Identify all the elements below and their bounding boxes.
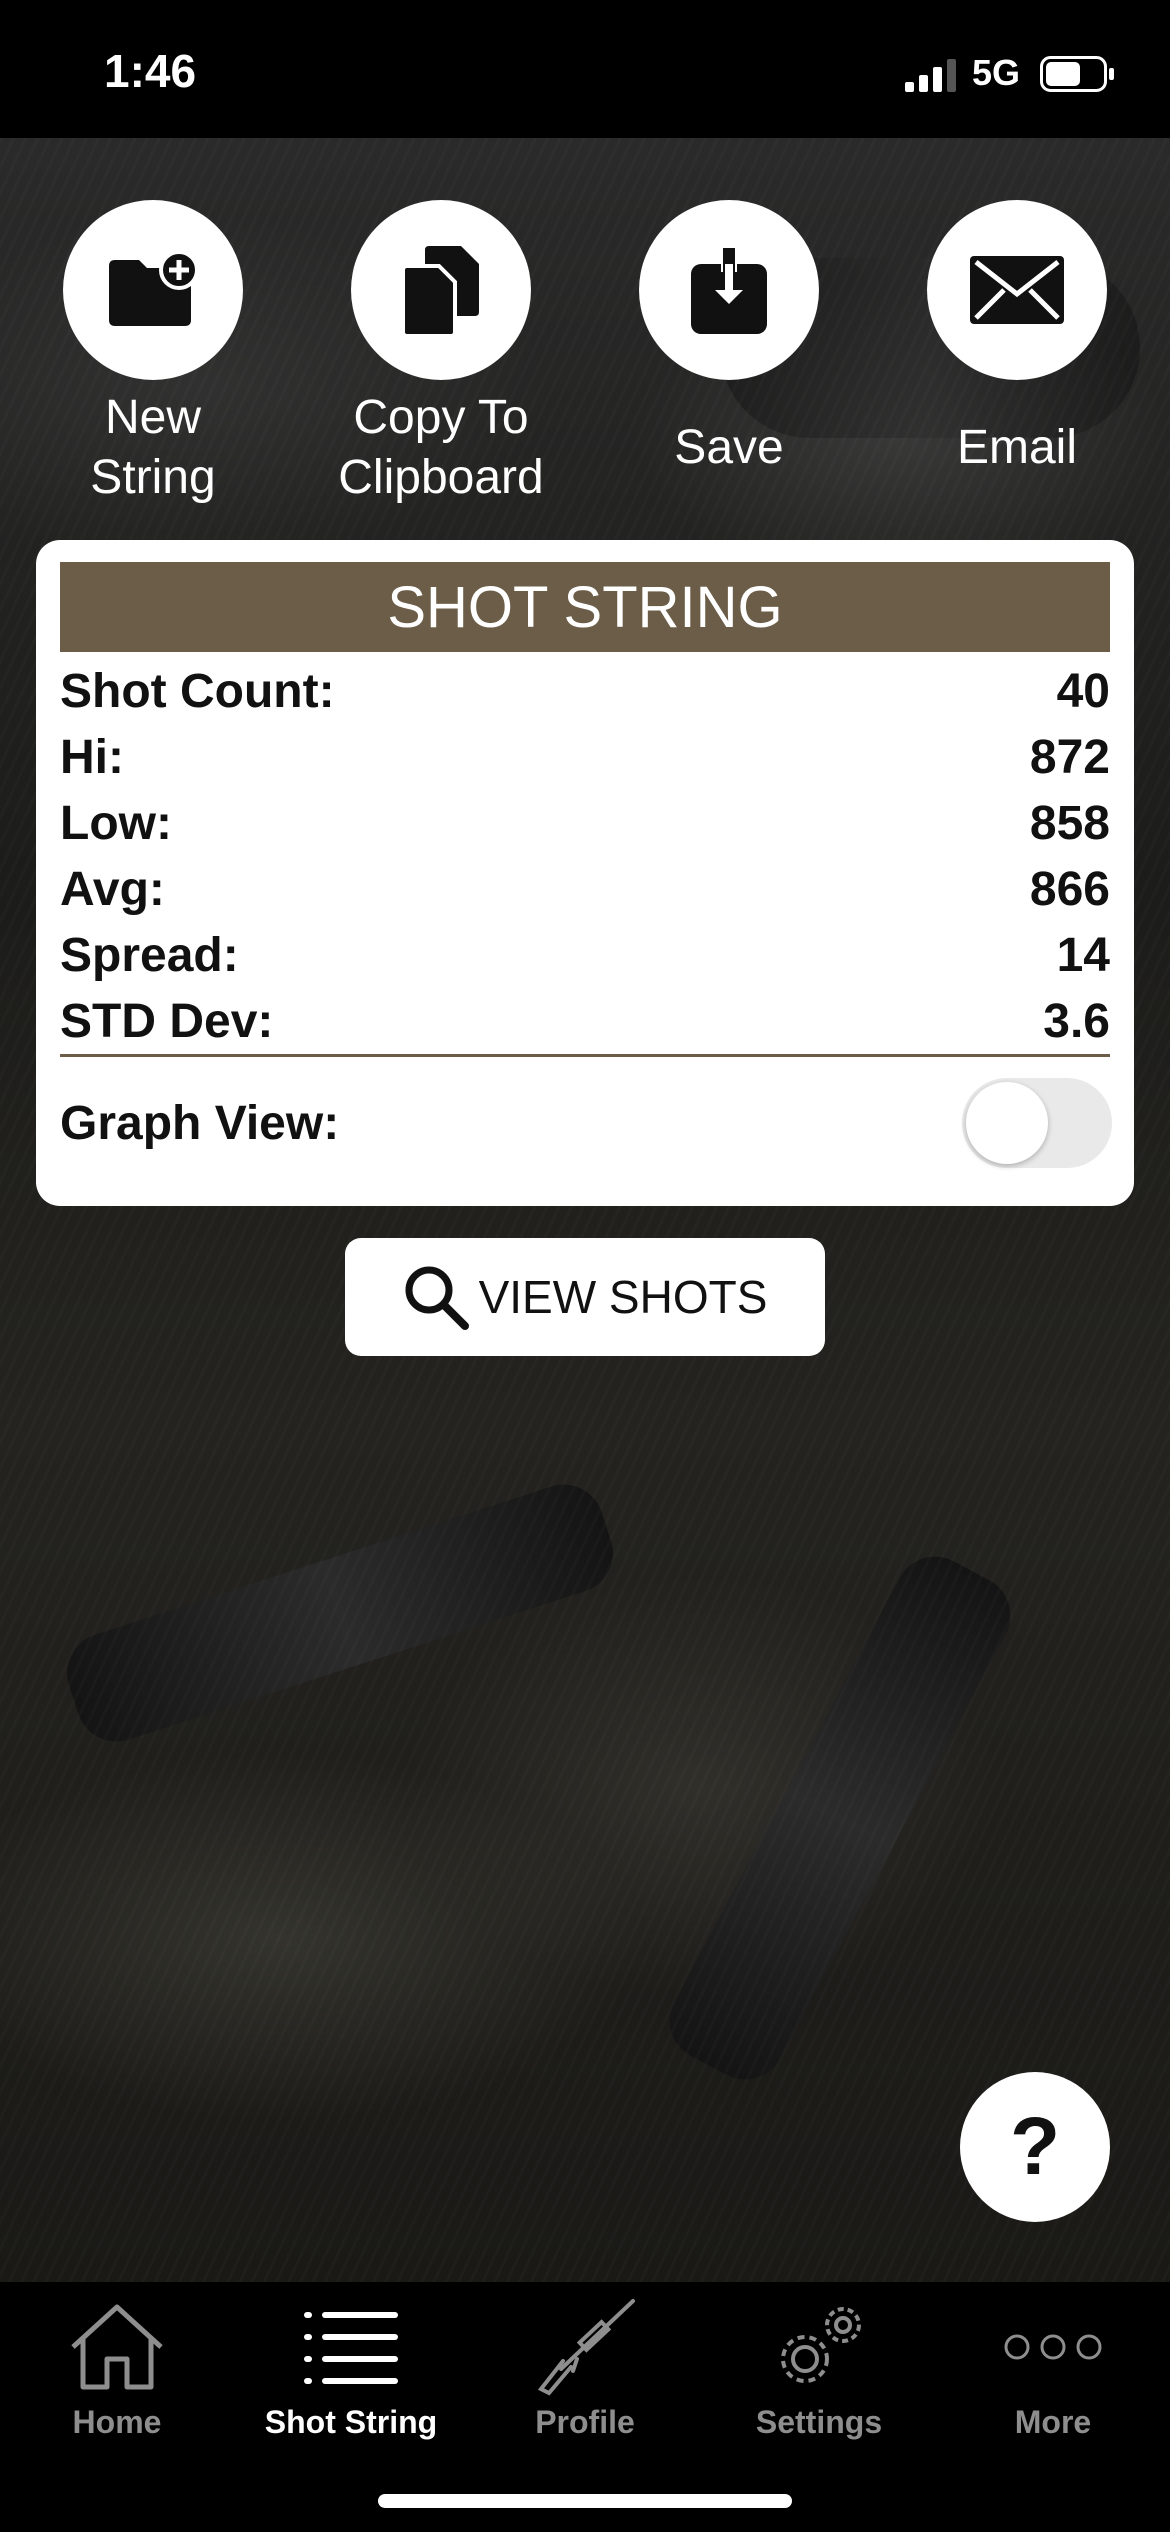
tab-profile[interactable]: Profile [468,2292,702,2452]
graph-view-label: Graph View: [60,1096,340,1150]
email-button[interactable]: Email [927,200,1107,508]
envelope-icon [970,256,1064,324]
tab-settings-label: Settings [755,2404,883,2440]
graph-view-toggle[interactable] [962,1078,1112,1168]
save-label: Save [674,421,784,474]
tab-shot-string[interactable]: Shot String [234,2292,468,2452]
tab-home-label: Home [72,2404,162,2440]
stat-value: 858 [1029,796,1110,850]
stat-row-std-dev: STD Dev: 3.6 [60,988,1110,1054]
new-string-label: New String [90,391,216,504]
stat-value: 866 [1029,862,1110,916]
status-bar: 1:46 5G [0,0,1170,138]
stats-divider [60,1054,1110,1057]
view-shots-label: VIEW SHOTS [478,1271,768,1323]
home-icon [71,2304,163,2390]
stat-value: 40 [1056,664,1110,718]
copy-icon [401,246,479,338]
view-shots-button[interactable]: VIEW SHOTS [345,1238,825,1356]
toggle-knob [966,1082,1048,1164]
new-string-button[interactable]: New String [63,200,243,508]
gears-icon [781,2307,861,2383]
battery-icon [1040,56,1114,92]
stat-row-spread: Spread: 14 [60,922,1110,988]
stat-label: Spread: [60,928,239,982]
signal-icon [905,59,956,92]
copy-to-clipboard-button[interactable]: Copy To Clipboard [338,200,544,508]
bipod-leg-right [655,1542,1025,2094]
tab-home[interactable]: Home [0,2292,234,2452]
stat-value: 14 [1056,928,1110,982]
help-icon: ? [1009,2101,1061,2192]
graph-view-row: Graph View: [60,1090,1110,1156]
copy-circle[interactable] [351,200,531,380]
help-button[interactable]: ? [960,2072,1110,2222]
stat-row-low: Low: 858 [60,790,1110,856]
stat-label: Low: [60,796,172,850]
bipod-leg-left [56,1474,624,1752]
tab-settings[interactable]: Settings [702,2292,936,2452]
new-string-circle[interactable] [63,200,243,380]
ellipsis-icon [1004,2334,1102,2360]
stat-label: Shot Count: [60,664,335,718]
stat-value: 3.6 [1043,994,1110,1048]
stat-label: Hi: [60,730,124,784]
shot-string-card: SHOT STRING Shot Count: 40 Hi: 872 Low: … [36,540,1134,1206]
email-label: Email [956,421,1078,474]
tab-profile-label: Profile [535,2404,635,2440]
stat-label: Avg: [60,862,165,916]
search-icon [405,1266,469,1330]
rifle-icon [537,2299,635,2396]
network-type: 5G [972,52,1021,93]
stat-row-avg: Avg: 866 [60,856,1110,922]
new-folder-icon [109,250,199,326]
tab-more-label: More [1014,2404,1092,2440]
email-circle[interactable] [927,200,1107,380]
stat-row-shot-count: Shot Count: 40 [60,658,1110,724]
tab-shot-string-label: Shot String [264,2404,438,2440]
save-button[interactable]: Save [639,200,819,508]
stat-value: 872 [1029,730,1110,784]
stat-row-hi: Hi: 872 [60,724,1110,790]
status-time: 1:46 [104,45,197,97]
stat-label: STD Dev: [60,994,274,1048]
list-icon [304,2312,398,2384]
home-indicator[interactable] [378,2494,792,2508]
shot-string-title: SHOT STRING [60,562,1110,652]
save-circle[interactable] [639,200,819,380]
copy-to-clipboard-label: Copy To Clipboard [338,391,544,504]
tab-more[interactable]: More [936,2292,1170,2452]
download-icon [691,246,767,334]
